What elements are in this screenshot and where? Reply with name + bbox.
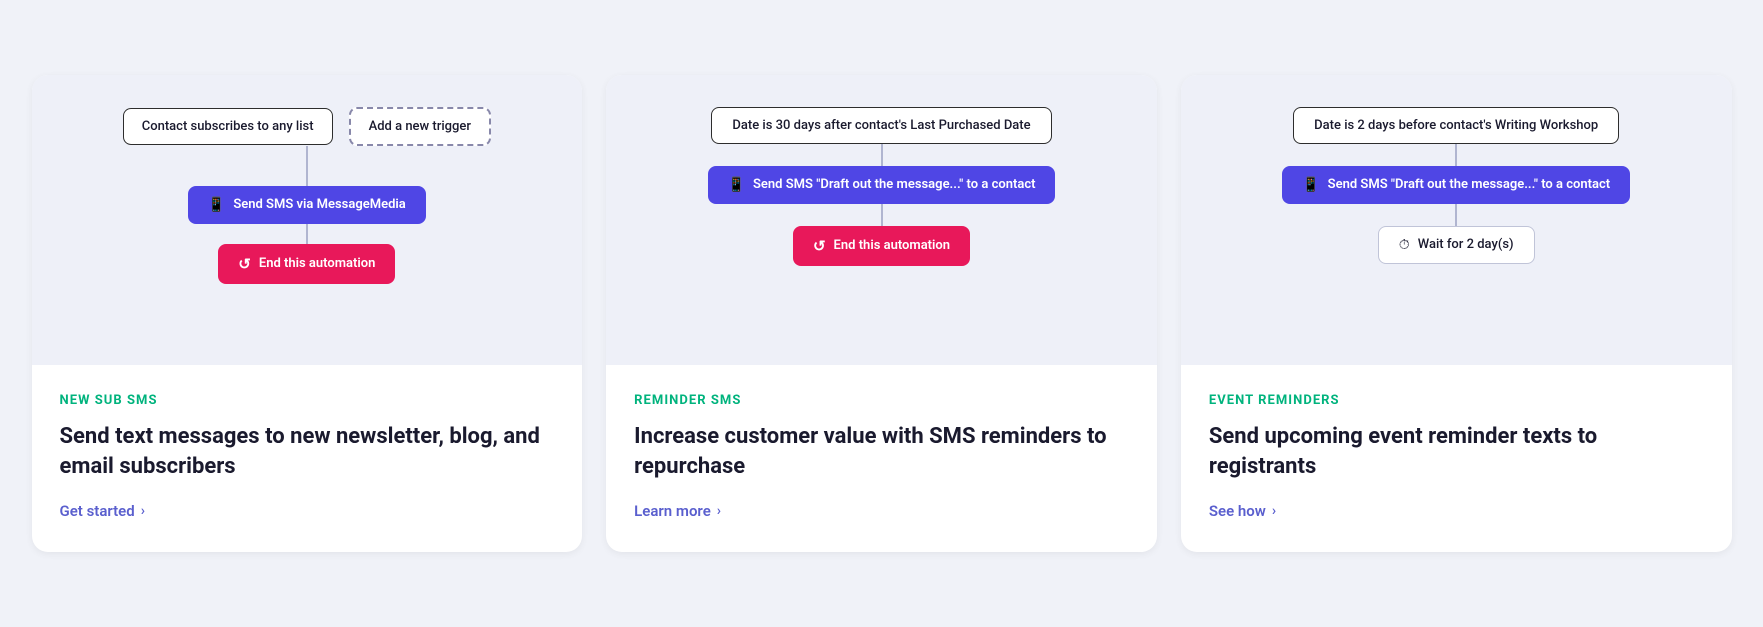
card-diagram-1: Contact subscribes to any list Add a new… xyxy=(32,75,583,365)
card-diagram-3: Date is 2 days before contact's Writing … xyxy=(1181,75,1732,365)
card-title-1: Send text messages to new newsletter, bl… xyxy=(60,422,555,481)
sms-node-2: 📱 Send SMS "Draft out the message..." to… xyxy=(708,166,1056,204)
card-tag-1: NEW SUB SMS xyxy=(60,393,555,408)
card-link-2[interactable]: Learn more › xyxy=(634,502,721,520)
card-link-3[interactable]: See how › xyxy=(1209,502,1276,520)
card-title-2: Increase customer value with SMS reminde… xyxy=(634,422,1129,481)
trigger-node-1: Contact subscribes to any list xyxy=(123,108,333,145)
diagram-single-2: Date is 30 days after contact's Last Pur… xyxy=(630,107,1133,266)
connector-3b xyxy=(1455,204,1457,226)
end-node-2: ↺ End this automation xyxy=(793,226,970,266)
connector-2a xyxy=(881,144,883,166)
card-new-sub-sms: Contact subscribes to any list Add a new… xyxy=(32,75,583,552)
card-content-2: REMINDER SMS Increase customer value wit… xyxy=(606,365,1157,552)
card-title-3: Send upcoming event reminder texts to re… xyxy=(1209,422,1704,481)
fork-area xyxy=(207,146,407,186)
fork-mid-line xyxy=(306,166,308,186)
card-content-3: EVENT REMINDERS Send upcoming event remi… xyxy=(1181,365,1732,552)
fork-top-line xyxy=(306,146,308,166)
card-tag-3: EVENT REMINDERS xyxy=(1209,393,1704,408)
cards-container: Contact subscribes to any list Add a new… xyxy=(32,75,1732,552)
card-content-1: NEW SUB SMS Send text messages to new ne… xyxy=(32,365,583,552)
sms-node-1: 📱 Send SMS via MessageMedia xyxy=(188,186,426,224)
card-event-reminders: Date is 2 days before contact's Writing … xyxy=(1181,75,1732,552)
card-diagram-2: Date is 30 days after contact's Last Pur… xyxy=(606,75,1157,365)
end-icon-1: ↺ xyxy=(238,255,251,273)
sms-icon-2: 📱 xyxy=(728,177,745,193)
trigger-node-4: Date is 2 days before contact's Writing … xyxy=(1293,107,1619,144)
connector-1 xyxy=(306,224,308,244)
sms-icon-1: 📱 xyxy=(208,197,225,213)
sms-node-3: 📱 Send SMS "Draft out the message..." to… xyxy=(1282,166,1630,204)
trigger-row: Contact subscribes to any list Add a new… xyxy=(56,107,559,146)
end-node-1: ↺ End this automation xyxy=(218,244,395,284)
sms-icon-3: 📱 xyxy=(1302,177,1319,193)
connector-2b xyxy=(881,204,883,226)
card-link-1[interactable]: Get started › xyxy=(60,502,145,520)
chevron-icon-2: › xyxy=(717,503,721,519)
card-reminder-sms: Date is 30 days after contact's Last Pur… xyxy=(606,75,1157,552)
connector-3a xyxy=(1455,144,1457,166)
wait-node: ⏱ Wait for 2 day(s) xyxy=(1378,226,1535,264)
diagram-single-3: Date is 2 days before contact's Writing … xyxy=(1205,107,1708,264)
end-icon-2: ↺ xyxy=(813,237,826,255)
trigger-node-2: Add a new trigger xyxy=(349,107,491,146)
chevron-icon-1: › xyxy=(141,503,145,519)
card-tag-2: REMINDER SMS xyxy=(634,393,1129,408)
clock-icon: ⏱ xyxy=(1399,237,1410,253)
trigger-node-3: Date is 30 days after contact's Last Pur… xyxy=(711,107,1051,144)
chevron-icon-3: › xyxy=(1272,503,1276,519)
